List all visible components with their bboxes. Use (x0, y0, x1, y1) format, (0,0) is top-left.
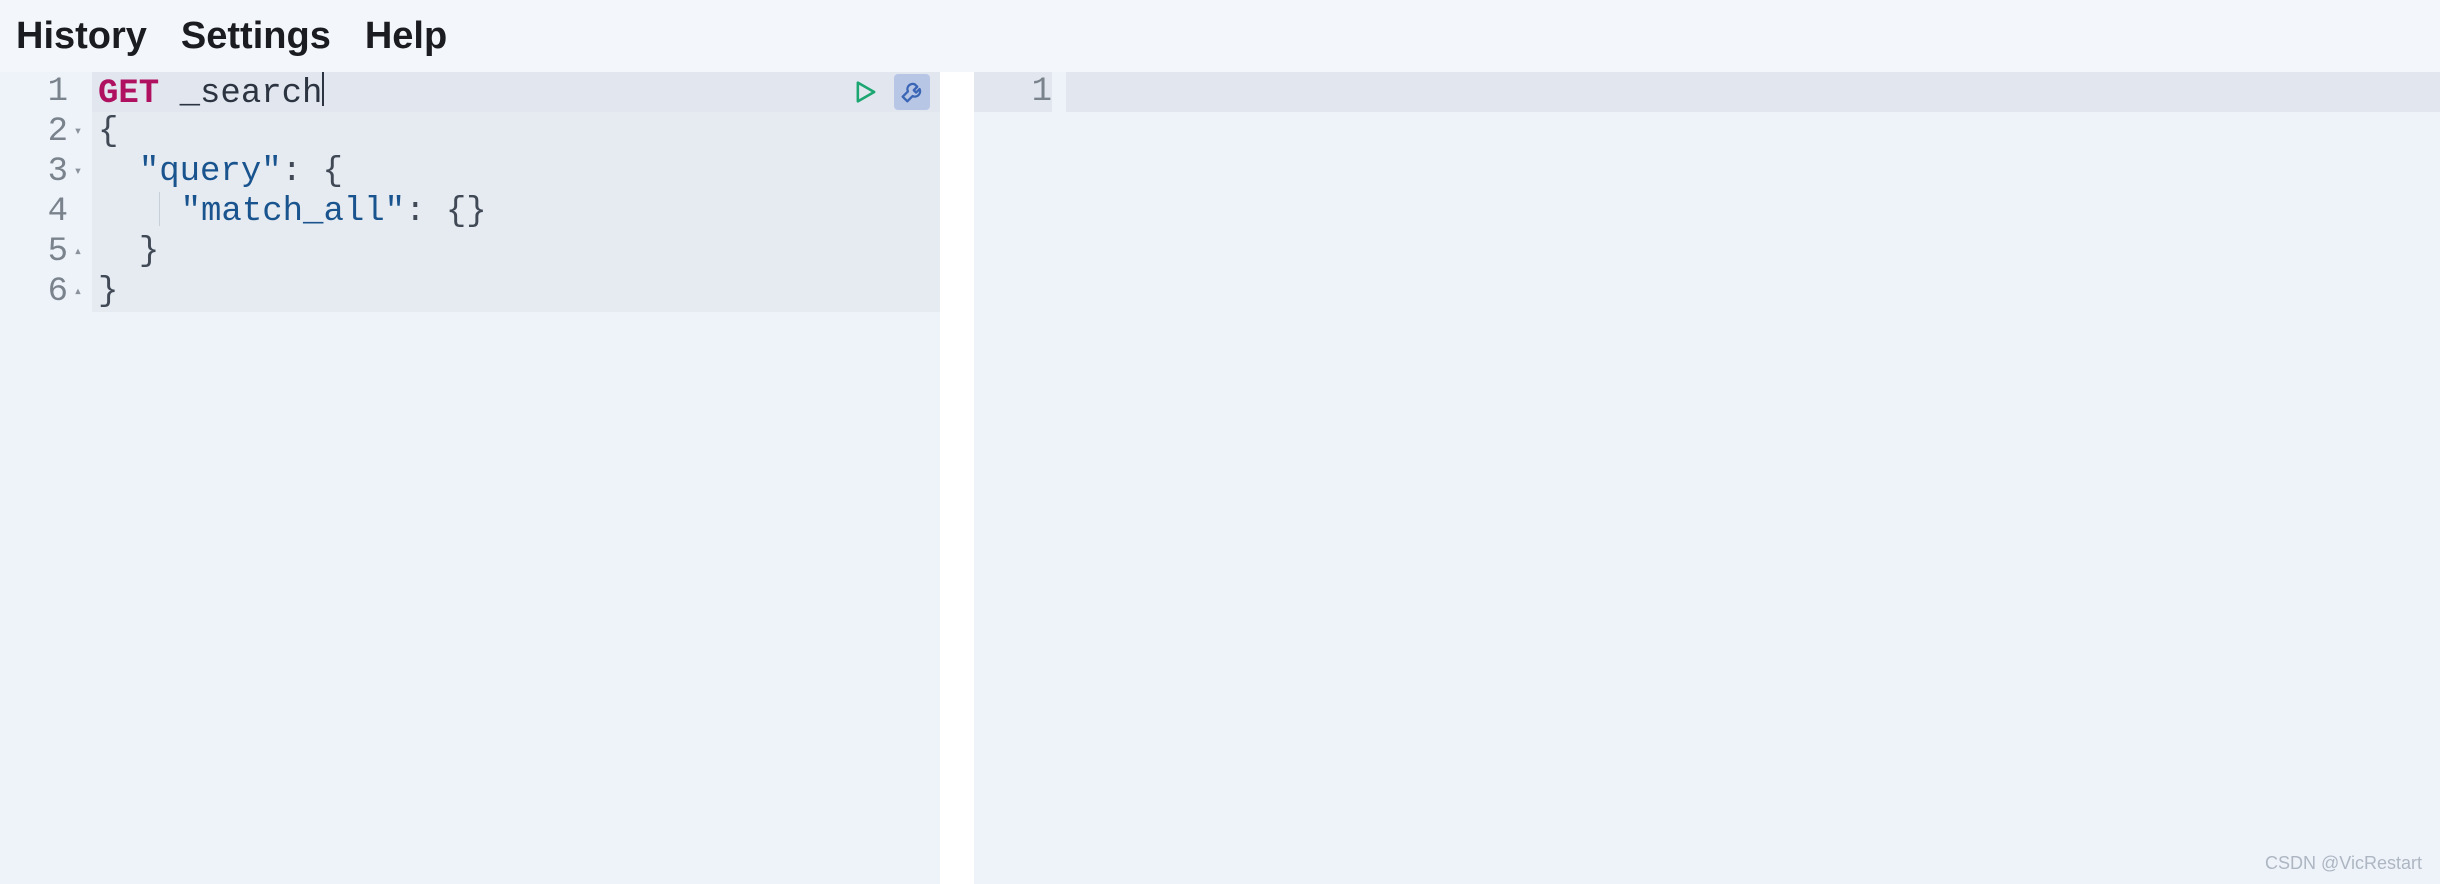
brace: { (98, 113, 118, 151)
request-path: _search (180, 75, 323, 113)
gutter-row: 1 (974, 72, 1052, 112)
response-pane: 1 (974, 72, 2440, 884)
code-line: "query": { (92, 152, 940, 192)
wrench-button[interactable] (894, 74, 930, 110)
gutter-row: 6 ▴ (0, 272, 86, 312)
play-icon (852, 78, 880, 106)
menu-history[interactable]: History (16, 15, 147, 58)
line-number: 1 (46, 72, 68, 112)
menu-settings[interactable]: Settings (181, 15, 331, 58)
json-key: "query" (139, 153, 282, 191)
console-panes: 1 2 ▾ 3 ▾ 4 5 (0, 72, 2440, 884)
brace: } (139, 233, 159, 271)
gutter-row: 3 ▾ (0, 152, 86, 192)
pane-divider[interactable] (940, 72, 974, 884)
gutter-row: 2 ▾ (0, 112, 86, 152)
cursor (322, 72, 324, 106)
gutter-row: 4 (0, 192, 86, 232)
indent-guide (159, 192, 160, 226)
indent (98, 153, 139, 191)
code-line: } (92, 232, 940, 272)
punct: : {} (405, 193, 487, 231)
line-number: 6 (46, 272, 68, 312)
watermark: CSDN @VicRestart (2265, 853, 2422, 874)
fold-toggle[interactable]: ▾ (70, 152, 86, 192)
code-line: GET _search (92, 72, 940, 112)
http-method: GET (98, 75, 159, 113)
code-line: "match_all": {} (92, 192, 940, 232)
line-number: 3 (46, 152, 68, 192)
gutter-row: 1 (0, 72, 86, 112)
line-number: 4 (46, 192, 68, 232)
line-number: 2 (46, 112, 68, 152)
line-actions (848, 74, 930, 110)
fold-toggle[interactable]: ▴ (70, 272, 86, 312)
brace: } (98, 273, 118, 311)
menubar: History Settings Help (0, 0, 2440, 72)
request-editor[interactable]: GET _search { "query": { "match_all": {}… (92, 72, 940, 884)
line-number: 1 (1030, 72, 1052, 112)
code-line (1066, 72, 2440, 112)
run-button[interactable] (848, 74, 884, 110)
fold-toggle[interactable]: ▾ (70, 112, 86, 152)
response-gutter: 1 (974, 72, 1066, 884)
wrench-icon (898, 78, 926, 106)
indent (98, 233, 139, 271)
punct: : { (282, 153, 343, 191)
response-editor[interactable] (1066, 72, 2440, 884)
menu-help[interactable]: Help (365, 15, 447, 58)
code-line: { (92, 112, 940, 152)
gutter-row: 5 ▴ (0, 232, 86, 272)
request-gutter: 1 2 ▾ 3 ▾ 4 5 (0, 72, 92, 884)
json-key: "match_all" (181, 193, 405, 231)
request-pane: 1 2 ▾ 3 ▾ 4 5 (0, 72, 940, 884)
code-line: } (92, 272, 940, 312)
fold-toggle[interactable]: ▴ (70, 232, 86, 272)
line-number: 5 (46, 232, 68, 272)
